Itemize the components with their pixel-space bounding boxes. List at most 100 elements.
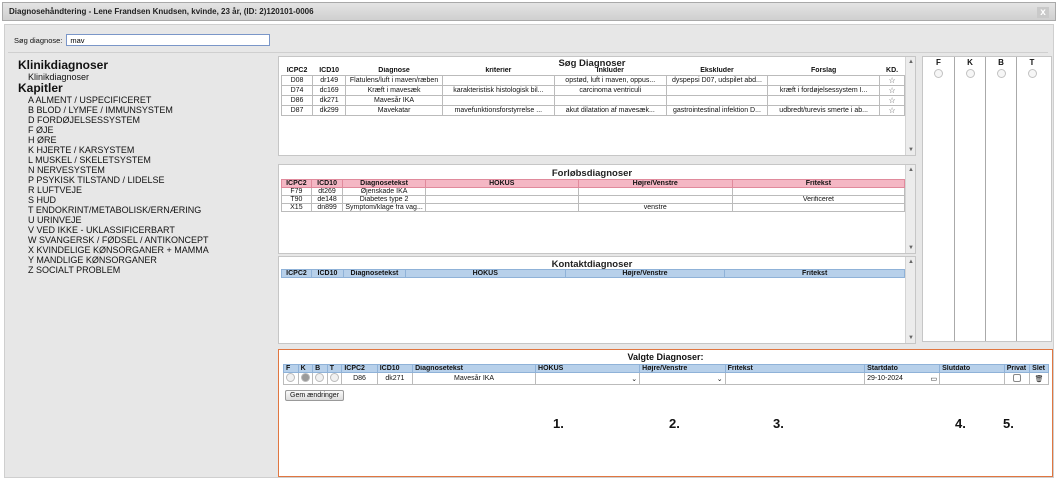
fritekst-input[interactable] bbox=[724, 372, 866, 385]
table-row[interactable]: D86 dk271 Mavesår IKA ☆ bbox=[280, 94, 905, 106]
table-cell: akut dilatation af mavesæk... bbox=[553, 104, 667, 116]
table-cell bbox=[441, 94, 555, 106]
t-radio[interactable] bbox=[330, 373, 340, 382]
chapter-item[interactable]: A ALMENT / USPECIFICERET bbox=[18, 95, 268, 105]
startdato-input[interactable]: 29-10-2024 ▭ bbox=[864, 372, 941, 385]
fkbt-column: T bbox=[1016, 57, 1047, 341]
table-cell: dc169 bbox=[312, 84, 347, 96]
column-header[interactable]: Slutdato bbox=[939, 364, 1005, 373]
chapter-item[interactable]: N NERVESYSTEM bbox=[18, 165, 268, 175]
column-header[interactable]: Startdato bbox=[864, 364, 941, 373]
side-select[interactable]: ⌄ bbox=[639, 372, 726, 385]
b-radio[interactable] bbox=[315, 373, 325, 382]
table-row[interactable]: F79 dt269 Øjenskade IKA bbox=[281, 187, 906, 196]
column-header[interactable]: F bbox=[283, 364, 299, 373]
column-header[interactable]: ICD10 bbox=[310, 269, 344, 278]
selected-table: F K B T ICPC2 ICD10 Diagnosetekst HOKUS Højre/Ve… bbox=[283, 364, 1049, 385]
chapter-item[interactable]: K HJERTE / KARSYSTEM bbox=[18, 145, 268, 155]
column-header[interactable]: Diagnosetekst bbox=[412, 364, 537, 373]
contact-diagnoses-panel: Kontaktdiagnoser ICPC2 ICD10 Diagnosetekst… bbox=[278, 256, 916, 344]
chapter-item[interactable]: B BLOD / LYMFE / IMMUNSYSTEM bbox=[18, 105, 268, 115]
chapter-item[interactable]: U URINVEJE bbox=[18, 215, 268, 225]
table-cell bbox=[424, 195, 579, 204]
chapter-item[interactable]: W SVANGERSK / FØDSEL / ANTIKONCEPT bbox=[18, 235, 268, 245]
table-row[interactable]: D74 dc169 Kræft i mavesæk karakteristisk hi… bbox=[280, 84, 905, 96]
chapter-item[interactable]: P PSYKISK TILSTAND / LIDELSE bbox=[18, 175, 268, 185]
column-header[interactable]: ICPC2 bbox=[281, 179, 312, 188]
calendar-icon[interactable]: ▭ bbox=[931, 375, 938, 383]
column-header[interactable]: Inkluder bbox=[554, 67, 667, 76]
column-header[interactable]: Diagnosetekst bbox=[342, 269, 406, 278]
column-header[interactable]: ICPC2 bbox=[281, 269, 312, 278]
radio-button[interactable] bbox=[996, 69, 1006, 78]
column-header[interactable]: Diagnosetekst bbox=[342, 179, 426, 188]
column-header[interactable]: HOKUS bbox=[535, 364, 641, 373]
selected-diagnoses-box: Valgte Diagnoser: F K B T ICPC2 ICD10 Diagnose… bbox=[278, 349, 1053, 477]
column-header[interactable]: Forslag bbox=[767, 67, 880, 76]
radio-button[interactable] bbox=[965, 69, 975, 78]
table-cell: X15 bbox=[281, 203, 312, 212]
scrollbar[interactable]: ▲ ▼ bbox=[905, 257, 915, 343]
column-header[interactable]: Privat bbox=[1003, 364, 1031, 373]
chapter-item[interactable]: Z SOCIALT PROBLEM bbox=[18, 265, 268, 275]
radio-button[interactable] bbox=[1027, 69, 1037, 78]
course-panel-title: Forløbsdiagnoser bbox=[551, 168, 633, 179]
column-header[interactable]: ICD10 bbox=[376, 364, 414, 373]
column-header[interactable]: Højre/Venstre bbox=[639, 364, 726, 373]
table-row[interactable]: D87 dk299 Mavekatar mavefunktionsforstyrrel… bbox=[280, 104, 905, 116]
column-header[interactable]: K bbox=[297, 364, 314, 373]
chapter-item[interactable]: X KVINDELIGE KØNSORGANER + MAMMA bbox=[18, 245, 268, 255]
table-row[interactable]: T90 de148 Diabetes type 2 Verificeret bbox=[281, 195, 906, 204]
column-header[interactable]: ICD10 bbox=[310, 179, 344, 188]
table-cell: kræft i fordøjelsessystem I... bbox=[767, 84, 881, 96]
privat-checkbox[interactable] bbox=[1012, 373, 1021, 382]
scrollbar[interactable]: ▲ ▼ bbox=[905, 57, 915, 155]
selected-text: Mavesår IKA bbox=[412, 372, 537, 385]
chapter-item[interactable]: H ØRE bbox=[18, 135, 268, 145]
table-row[interactable]: X15 dn899 Symptom/klage fra vag... venstre bbox=[281, 203, 906, 212]
table-cell: Mavekatar bbox=[345, 104, 443, 116]
column-header[interactable]: ICPC2 bbox=[341, 364, 378, 373]
column-header[interactable]: HOKUS bbox=[404, 269, 566, 278]
table-cell bbox=[767, 94, 881, 106]
column-header[interactable]: ICPC2 bbox=[281, 67, 313, 76]
slutdato-input[interactable] bbox=[939, 372, 1005, 385]
radio-button[interactable] bbox=[934, 69, 943, 78]
f-radio[interactable] bbox=[286, 373, 296, 382]
column-header[interactable]: B bbox=[312, 364, 328, 373]
k-radio[interactable] bbox=[300, 373, 310, 382]
column-header[interactable]: Fritekst bbox=[724, 364, 866, 373]
column-header[interactable]: Højre/Venstre bbox=[577, 179, 733, 188]
column-header[interactable]: Ekskluder bbox=[666, 67, 768, 76]
trash-icon[interactable]: 🗑 bbox=[1035, 376, 1044, 383]
chapter-item[interactable]: D FORDØJELSESSYSTEM bbox=[18, 115, 268, 125]
column-header[interactable]: KD. bbox=[879, 67, 905, 76]
column-header[interactable]: Slet bbox=[1029, 364, 1049, 373]
table-cell: Kræft i mavesæk bbox=[345, 84, 443, 96]
column-header[interactable]: Højre/Venstre bbox=[564, 269, 726, 278]
chapter-item[interactable]: L MUSKEL / SKELETSYSTEM bbox=[18, 155, 268, 165]
column-header[interactable]: kriterier bbox=[442, 67, 555, 76]
chapter-item[interactable]: F ØJE bbox=[18, 125, 268, 135]
column-header[interactable]: ICD10 bbox=[312, 67, 346, 76]
chapter-item[interactable]: R LUFTVEJE bbox=[18, 185, 268, 195]
chapter-item[interactable]: S HUD bbox=[18, 195, 268, 205]
column-header[interactable]: Fritekst bbox=[724, 269, 905, 278]
chapter-item[interactable]: T ENDOKRINT/METABOLISK/ERNÆRING bbox=[18, 205, 268, 215]
hokus-select[interactable]: ⌄ bbox=[535, 372, 641, 385]
column-header[interactable]: HOKUS bbox=[424, 179, 579, 188]
chapter-item[interactable]: Y MANDLIGE KØNSORGANER bbox=[18, 255, 268, 265]
close-icon[interactable]: x bbox=[1037, 7, 1049, 18]
column-header[interactable]: Fritekst bbox=[731, 179, 906, 188]
column-header[interactable]: Diagnose bbox=[345, 67, 443, 76]
search-input[interactable] bbox=[66, 34, 271, 46]
table-row[interactable]: D08 dr149 Flatulens/luft i maven/ræben opst… bbox=[280, 74, 905, 86]
save-changes-button[interactable]: Gem ændringer bbox=[285, 390, 345, 401]
chapter-item[interactable]: V VED IKKE - UKLASSIFICERBART bbox=[18, 225, 268, 235]
column-header[interactable]: T bbox=[326, 364, 343, 373]
marker-2: 2. bbox=[669, 416, 680, 431]
marker-4: 4. bbox=[955, 416, 966, 431]
scrollbar[interactable]: ▲ ▼ bbox=[905, 165, 915, 253]
selected-icd10: dk271 bbox=[376, 372, 414, 385]
table-cell bbox=[767, 74, 881, 86]
